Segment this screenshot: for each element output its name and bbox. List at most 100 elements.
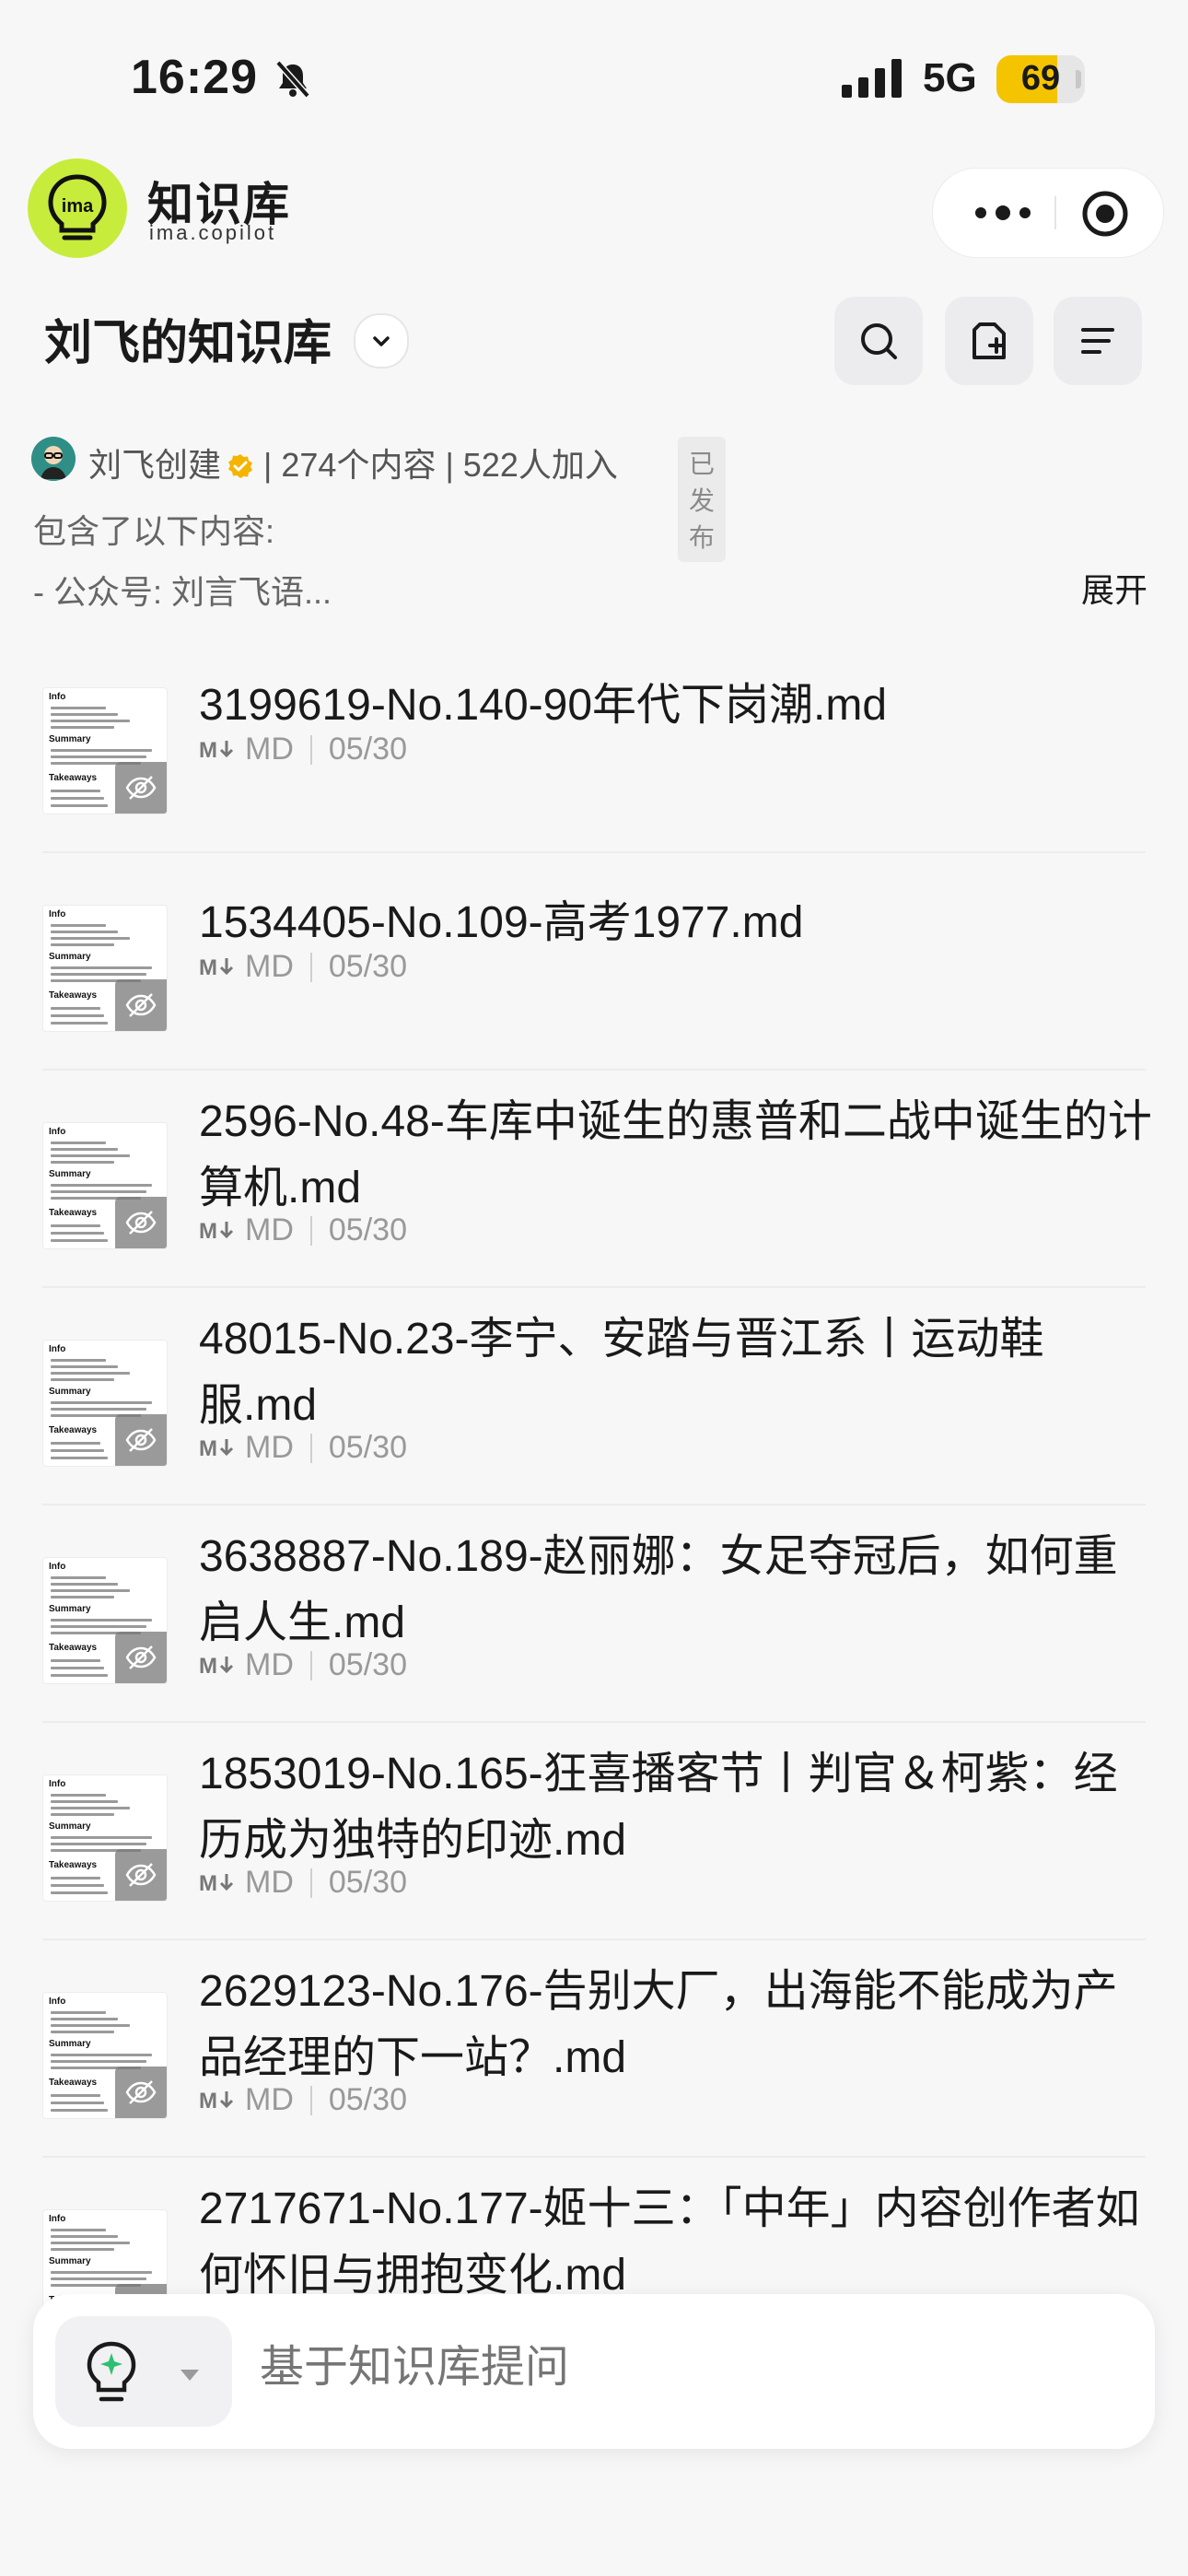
thumb-text-line: [51, 966, 152, 969]
document-title: 3199619-No.140-90年代下岗潮.md: [199, 681, 888, 730]
document-date: 05/30: [328, 1865, 407, 1900]
document-title: 2717671-No.177-姬十三：「中年」内容创作者如何怀旧与拥抱变化.md: [199, 2184, 1140, 2300]
thumb-text-line: [51, 726, 114, 729]
thumb-heading-summary: Summary: [49, 2256, 91, 2266]
document-meta: M MD 05/30: [199, 1647, 407, 1683]
thumb-text-line: [51, 1449, 104, 1452]
thumb-text-line: [51, 943, 114, 946]
list-item[interactable]: Info Summary Takeaways 1853019-No.165-狂喜播客节…: [0, 1732, 1188, 1950]
thumb-text-line: [51, 1884, 104, 1887]
thumb-text-line: [51, 797, 104, 800]
network-type: 5G: [923, 55, 977, 100]
thumb-text-line: [51, 1667, 104, 1669]
svg-text:ima: ima: [62, 196, 94, 217]
list-divider: [42, 1069, 1146, 1071]
list-item[interactable]: Info Summary Takeaways 2596-No.48-车库中诞生的惠普和…: [0, 1080, 1188, 1297]
thumb-text-line: [51, 720, 130, 722]
thumb-text-line: [51, 1190, 146, 1193]
meta-separator: [309, 1434, 312, 1463]
thumb-text-line: [51, 1014, 104, 1017]
thumb-text-line: [51, 2242, 130, 2244]
creator-name[interactable]: 刘飞创建: [88, 446, 221, 484]
thumb-text-line: [51, 1408, 146, 1411]
thumb-heading-summary: Summary: [49, 2039, 91, 2049]
more-icon[interactable]: [966, 191, 1040, 235]
knowledge-base-title[interactable]: 刘飞的知识库: [44, 304, 332, 373]
list-item[interactable]: Info Summary Takeaways 2629123-No.176-告别大厂，…: [0, 1950, 1188, 2167]
thumb-heading-takeaways: Takeaways: [49, 1860, 98, 1870]
list-item[interactable]: Info Summary Takeaways 48015-No.23-李宁、安踏与晋江…: [0, 1297, 1188, 1515]
thumb-heading-takeaways: Takeaways: [49, 1425, 98, 1435]
ask-input[interactable]: [260, 2342, 1089, 2393]
meta-separator: [309, 1868, 312, 1898]
document-title: 48015-No.23-李宁、安踏与晋江系丨运动鞋服.md: [199, 1315, 1044, 1430]
eye-slash-icon: [115, 1414, 167, 1466]
thumb-text-line: [51, 1359, 106, 1362]
thumb-text-line: [51, 2060, 146, 2063]
thumb-text-line: [51, 1674, 108, 1677]
thumb-text-line: [51, 2024, 130, 2027]
thumb-text-line: [51, 1148, 118, 1151]
thumb-text-line: [51, 1022, 108, 1025]
list-item[interactable]: Info Summary Takeaways 3199619-No.140-90年代下…: [0, 645, 1188, 862]
document-type: MD: [245, 949, 294, 984]
published-badge: 已发布: [678, 437, 727, 562]
thumb-text-line: [51, 1372, 130, 1375]
meta-separator: [309, 953, 312, 982]
list-item[interactable]: Info Summary Takeaways 3638887-No.189-赵丽娜：女…: [0, 1515, 1188, 1732]
thumb-text-line: [51, 749, 152, 752]
document-meta: M MD 05/30: [199, 1212, 407, 1248]
list-item[interactable]: Info Summary Takeaways 1534405-No.109-高考197…: [0, 862, 1188, 1080]
eye-slash-icon: [115, 1849, 167, 1901]
description-line-1: 包含了以下内容:: [33, 512, 275, 550]
model-selector-button[interactable]: [55, 2316, 232, 2427]
document-thumbnail: Info Summary Takeaways: [42, 1340, 168, 1467]
thumb-text-line: [51, 707, 106, 709]
thumb-text-line: [51, 713, 118, 716]
eye-slash-icon: [115, 762, 167, 814]
document-meta: M MD 05/30: [199, 2082, 407, 2118]
bulb-logo-icon: ima: [48, 174, 107, 240]
battery-level: 69: [1020, 59, 1061, 98]
thumb-heading-summary: Summary: [49, 1387, 91, 1397]
thumb-text-line: [51, 1457, 108, 1459]
menu-button[interactable]: [1054, 297, 1142, 385]
thumb-text-line: [51, 2109, 108, 2112]
thumb-heading-summary: Summary: [49, 1604, 91, 1614]
add-document-button[interactable]: [945, 297, 1033, 385]
search-button[interactable]: [834, 297, 923, 385]
markdown-icon: M: [199, 2089, 234, 2113]
thumb-text-line: [51, 1794, 106, 1797]
document-meta: M MD 05/30: [199, 1430, 407, 1466]
add-document-icon: [973, 322, 1006, 359]
thumb-text-line: [51, 1836, 152, 1839]
thumb-text-line: [51, 755, 146, 758]
thumb-text-line: [51, 1813, 114, 1816]
thumb-heading-takeaways: Takeaways: [49, 1643, 98, 1653]
ask-bar: [33, 2294, 1155, 2449]
thumb-text-line: [51, 1800, 118, 1803]
markdown-icon: M: [199, 955, 234, 980]
document-meta: M MD 05/30: [199, 732, 407, 767]
list-divider: [42, 1938, 1146, 1940]
meta-separator: [309, 1651, 312, 1680]
document-title: 1853019-No.165-狂喜播客节丨判官＆柯紫：经历成为独特的印迹.md: [199, 1750, 1118, 1865]
document-thumbnail: Info Summary Takeaways: [42, 1992, 168, 2119]
document-meta: M MD 05/30: [199, 949, 407, 985]
brand-subtitle: ima.copilot: [149, 221, 277, 244]
target-icon[interactable]: [1080, 189, 1130, 239]
thumb-text-line: [51, 2018, 118, 2020]
expand-link[interactable]: 展开: [1081, 564, 1147, 612]
thumb-heading-takeaways: Takeaways: [49, 1208, 98, 1218]
thumb-text-line: [51, 1807, 130, 1809]
document-thumbnail: Info Summary Takeaways: [42, 905, 168, 1032]
title-dropdown-button[interactable]: [354, 313, 409, 369]
thumb-text-line: [51, 1576, 106, 1579]
markdown-icon: M: [199, 1436, 234, 1461]
eye-slash-icon: [115, 2067, 167, 2118]
meta-separator: [309, 735, 312, 765]
bell-slash-icon: [275, 60, 310, 99]
thumb-text-line: [51, 931, 118, 933]
markdown-icon: M: [199, 1871, 234, 1896]
avatar[interactable]: [31, 437, 76, 481]
